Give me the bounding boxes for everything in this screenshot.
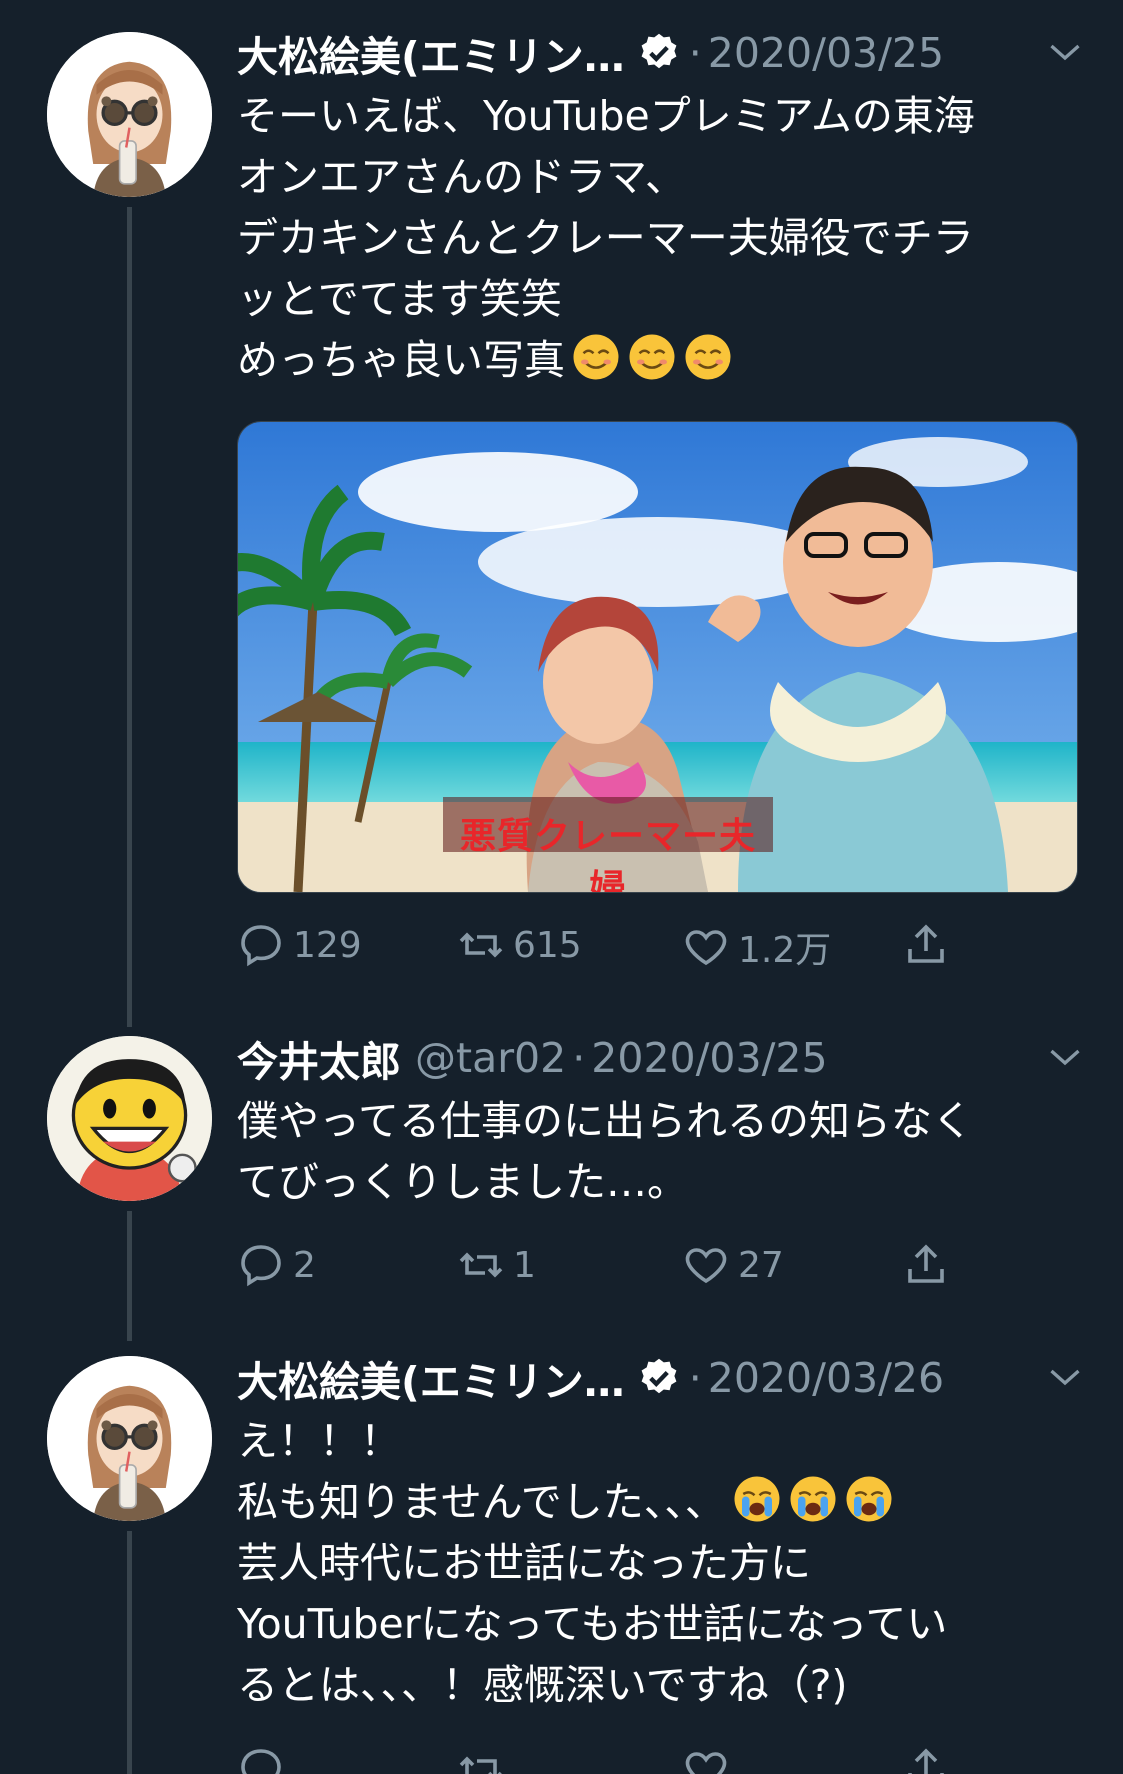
chevron-down-icon[interactable] [1047, 1045, 1083, 1069]
separator-dot: · [688, 29, 702, 77]
text-line: YouTuberになってもお世話になってい [237, 1600, 948, 1648]
retweet-button[interactable]: 615 [457, 921, 582, 969]
retweet-icon[interactable] [457, 1745, 505, 1774]
author-name[interactable]: 大松絵美(エミリン… [237, 23, 625, 83]
retweet-button[interactable]: 1 [457, 1241, 536, 1289]
heart-icon [685, 1248, 727, 1284]
text-line: デカキンさんとクレーマー夫婦役でチラ [237, 214, 974, 262]
like-button[interactable]: 27 [682, 1241, 784, 1289]
tweet-text: そーいえば、YouTubeプレミアムの東海 オンエアさんのドラマ、デカキンさんとク… [237, 86, 1083, 391]
avatar-imai-taro[interactable] [47, 1036, 212, 1201]
verified-badge-icon [641, 1358, 677, 1394]
tweet-actions-partial [237, 1745, 1017, 1774]
tweet-photo[interactable]: 悪質クレーマー夫婦 [237, 421, 1078, 893]
crying-face-icon [846, 1476, 892, 1522]
tweet-header: 大松絵美(エミリン… · 2020/03/26 [237, 1348, 1083, 1408]
share-button[interactable] [902, 921, 958, 969]
tweet-header: 大松絵美(エミリン… · 2020/03/25 [237, 23, 1083, 83]
like-count: 1.2万 [738, 930, 832, 971]
text-line: ッとでてます笑笑 [237, 275, 562, 323]
text-line-with-emoji: 私も知りませんでした、、、 [237, 1472, 1083, 1533]
smiling-face-icon [685, 334, 731, 380]
text-line: 僕やってる仕事のに出られるの知らなく [237, 1097, 973, 1145]
thread-line [127, 1531, 132, 1774]
text-line-with-emoji: めっちゃ良い写真 [237, 330, 1083, 391]
tweet-text: 僕やってる仕事のに出られるの知らなく てびっくりしました…。 [237, 1091, 1083, 1213]
avatar-emirin[interactable] [47, 32, 212, 197]
smiling-face-icon [573, 334, 619, 380]
thread-line [127, 1211, 132, 1341]
like-count: 27 [738, 1244, 784, 1286]
separator-dot: · [572, 1034, 586, 1082]
avatar-emirin[interactable] [47, 1356, 212, 1521]
reply-count: 129 [293, 924, 362, 966]
text-line: え！！！ [237, 1417, 401, 1465]
reply-button[interactable]: 129 [237, 921, 362, 969]
text-line: 芸人時代にお世話になった方に [237, 1539, 811, 1587]
photo-caption-overlay: 悪質クレーマー夫婦 [459, 815, 756, 893]
retweet-count: 615 [513, 924, 582, 966]
text-line: 私も知りませんでした、、、 [237, 1478, 726, 1526]
tweet-header: 今井太郎 @tar02 · 2020/03/25 [237, 1028, 1083, 1088]
like-button[interactable]: 1.2万 [682, 921, 831, 973]
author-name[interactable]: 今井太郎 [237, 1028, 401, 1088]
verified-badge-icon [641, 33, 677, 69]
heart-icon[interactable] [682, 1745, 730, 1774]
avatar-illustration [47, 1036, 212, 1201]
author-name[interactable]: 大松絵美(エミリン… [237, 1348, 625, 1408]
separator-dot: · [688, 1354, 702, 1402]
retweet-count: 1 [513, 1244, 536, 1286]
heart-icon [685, 930, 727, 966]
reply-icon[interactable] [237, 1745, 285, 1774]
author-handle[interactable]: @tar02 [415, 1034, 566, 1082]
tweet-actions: 2 1 27 [237, 1235, 1017, 1295]
retweet-icon [459, 932, 503, 958]
tweet-date[interactable]: 2020/03/26 [708, 1354, 944, 1402]
share-button[interactable] [902, 1241, 958, 1289]
share-icon[interactable] [902, 1745, 950, 1774]
tweet-date[interactable]: 2020/03/25 [591, 1034, 827, 1082]
text-line: そーいえば、YouTubeプレミアムの東海 [237, 92, 975, 140]
thread-line [127, 207, 132, 1027]
retweet-icon [459, 1252, 503, 1278]
avatar-illustration [47, 32, 212, 197]
share-icon [908, 924, 944, 963]
avatar-illustration [47, 1356, 212, 1521]
chevron-down-icon[interactable] [1047, 1365, 1083, 1389]
smiling-face-icon [629, 334, 675, 380]
tweet-actions: 129 615 1.2万 [237, 915, 1017, 975]
reply-icon [241, 1245, 281, 1287]
text-line: てびっくりしました…。 [237, 1158, 688, 1206]
reply-count: 2 [293, 1244, 316, 1286]
crying-face-icon [790, 1476, 836, 1522]
text-line: るとは、、、！感慨深いですね（?) [237, 1661, 848, 1709]
chevron-down-icon[interactable] [1047, 40, 1083, 64]
reply-icon [241, 925, 281, 967]
text-line: オンエアさんのドラマ、 [237, 153, 686, 201]
tweet-text: え！！！ 私も知りませんでした、、、芸人時代にお世話になった方に YouTuberに… [237, 1411, 1083, 1716]
text-line: めっちゃ良い写真 [237, 336, 565, 384]
reply-button[interactable]: 2 [237, 1241, 316, 1289]
crying-face-icon [734, 1476, 780, 1522]
tweet-date[interactable]: 2020/03/25 [708, 29, 944, 77]
share-icon [908, 1244, 944, 1283]
